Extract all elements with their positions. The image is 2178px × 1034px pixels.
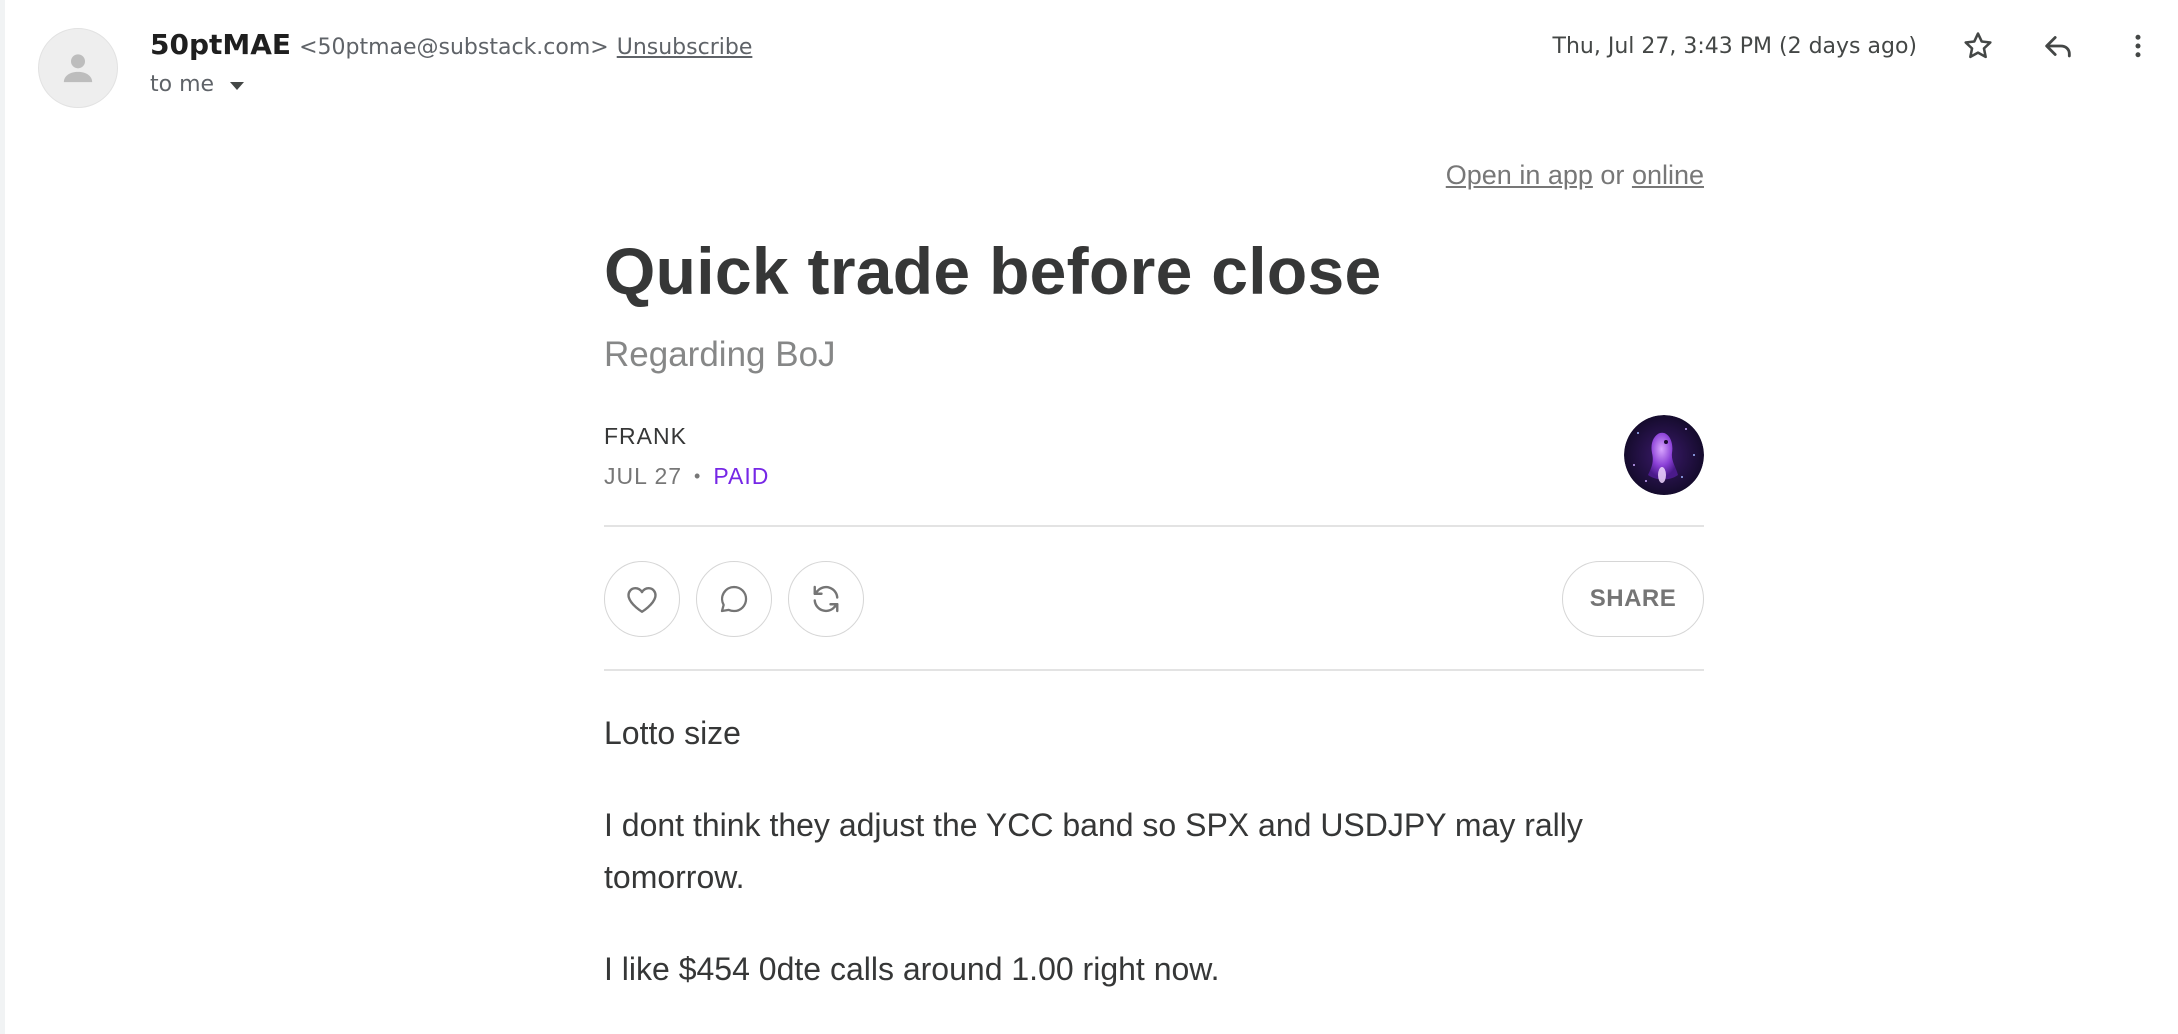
person-icon [63, 54, 93, 83]
view-online-link[interactable]: online [1632, 160, 1704, 190]
or-text: or [1600, 160, 1625, 190]
byline: FRANK JUL 27 • PAID [604, 415, 1704, 525]
reply-icon [2045, 36, 2071, 58]
email-view: 50ptMAE <50ptmae@substack.com> Unsubscri… [0, 0, 2178, 1034]
star-button[interactable] [1958, 26, 1998, 66]
email-timestamp: Thu, Jul 27, 3:43 PM (2 days ago) [1552, 34, 1917, 59]
comment-icon [720, 585, 748, 613]
sender-name[interactable]: 50ptMAE [150, 28, 291, 61]
more-options-button[interactable] [2118, 26, 2158, 66]
paragraph-2: I dont think they adjust the YCC band so… [604, 807, 1583, 895]
comment-button[interactable] [696, 561, 772, 637]
restack-icon [813, 585, 839, 613]
post-meta: JUL 27 • PAID [604, 463, 769, 490]
author-name[interactable]: FRANK [604, 423, 687, 450]
paragraph-3: I like $454 0dte calls around 1.00 right… [604, 951, 1220, 987]
more-vert-icon [2135, 34, 2141, 58]
like-button[interactable] [604, 561, 680, 637]
post-date: JUL 27 [604, 463, 683, 489]
paragraph-1: Lotto size [604, 715, 741, 751]
unsubscribe-link[interactable]: Unsubscribe [617, 35, 753, 60]
divider-bottom [604, 669, 1704, 671]
sender-line: 50ptMAE <50ptmae@substack.com> Unsubscri… [150, 28, 752, 61]
star-icon [1964, 32, 1992, 59]
meta-separator: • [694, 466, 702, 486]
author-avatar-image [1624, 415, 1704, 495]
recipient-details-toggle[interactable]: to me [150, 72, 245, 97]
open-in-app-link[interactable]: Open in app [1446, 160, 1593, 190]
left-border [0, 0, 5, 1034]
post-subtitle: Regarding BoJ [604, 335, 836, 374]
recipient-label: to me [150, 72, 215, 97]
post-title[interactable]: Quick trade before close [604, 233, 1704, 309]
share-button[interactable]: SHARE [1562, 561, 1704, 637]
restack-button[interactable] [788, 561, 864, 637]
paid-badge: PAID [713, 463, 770, 489]
heart-icon [627, 587, 657, 613]
sender-email: <50ptmae@substack.com> [299, 35, 609, 60]
chevron-down-icon [230, 81, 245, 90]
reply-button[interactable] [2038, 26, 2078, 66]
open-links: Open in app or online [604, 160, 1704, 191]
author-avatar[interactable] [1624, 415, 1704, 495]
post-actions: SHARE [604, 527, 1704, 669]
newsletter-body: Open in app or online Quick trade before… [604, 160, 1704, 1034]
sender-avatar[interactable] [38, 28, 118, 108]
